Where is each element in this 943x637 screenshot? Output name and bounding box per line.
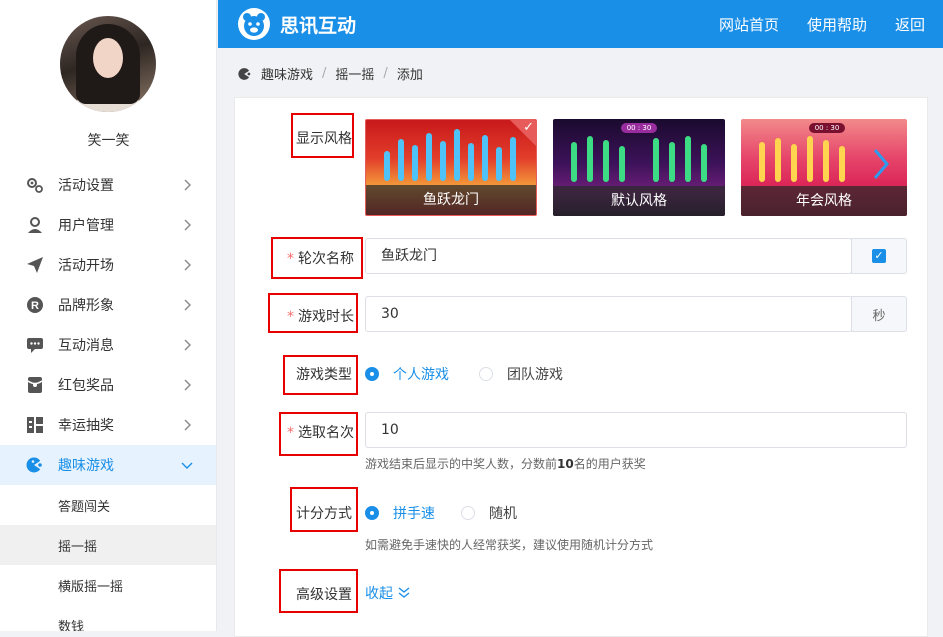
card-preview	[376, 121, 526, 181]
style-card-caption: 鱼跃龙门	[366, 185, 536, 215]
radio-fast-hands[interactable]: 拼手速	[365, 503, 435, 523]
collapse-toggle[interactable]: 收起	[365, 583, 411, 603]
style-card-caption: 默认风格	[553, 186, 725, 216]
sidebar-item-label: 用户管理	[58, 218, 114, 234]
nav-back-link[interactable]: 返回	[895, 14, 925, 35]
nav-home-link[interactable]: 网站首页	[719, 14, 779, 35]
double-chevron-down-icon	[398, 587, 410, 598]
radio-dot[interactable]	[461, 506, 475, 520]
duration-unit: 秒	[851, 296, 907, 332]
chat-icon	[26, 336, 44, 354]
sidebar-item-fun-games[interactable]: 趣味游戏	[0, 445, 216, 485]
round-name-append[interactable]: ✓	[851, 238, 907, 274]
chevron-right-icon	[184, 219, 191, 231]
sidebar-item-brand-image[interactable]: R 品牌形象	[0, 285, 216, 325]
sidebar-sub-item-shake[interactable]: 摇一摇	[0, 525, 216, 565]
chevron-down-icon	[181, 462, 193, 469]
sidebar-item-activity-opening[interactable]: 活动开场	[0, 245, 216, 285]
scoring-hint: 如需避免手速快的人经常获奖，建议使用随机计分方式	[365, 538, 654, 552]
sidebar-item-label: 活动设置	[58, 178, 114, 194]
round-name-label: * 轮次名称	[287, 251, 354, 267]
top-header: 思讯互动 网站首页 使用帮助 返回	[218, 0, 943, 48]
sidebar-item-red-envelope[interactable]: 红包奖品	[0, 365, 216, 405]
check-icon: ✓	[523, 120, 534, 135]
sidebar-item-label: 活动开场	[58, 258, 114, 274]
chevron-right-icon	[184, 419, 191, 431]
red-envelope-icon	[26, 376, 44, 394]
style-card-default[interactable]: 00 : 30 默认风格	[553, 119, 725, 216]
chevron-right-icon	[184, 339, 191, 351]
checkbox-checked-icon[interactable]: ✓	[872, 249, 886, 263]
rank-label: * 选取名次	[287, 425, 354, 441]
sidebar-item-label: 红包奖品	[58, 378, 114, 394]
top-nav: 网站首页 使用帮助 返回	[719, 0, 943, 48]
chevron-right-icon	[184, 299, 191, 311]
breadcrumb: 趣味游戏 / 摇一摇 / 添加	[238, 64, 423, 83]
bear-logo-icon[interactable]	[238, 8, 270, 40]
sidebar-item-label: 趣味游戏	[58, 458, 114, 474]
breadcrumb-item-current: 添加	[396, 68, 423, 83]
chevron-right-icon	[184, 259, 191, 271]
carousel-next-icon[interactable]	[870, 146, 892, 187]
breadcrumb-item[interactable]: 摇一摇	[335, 64, 374, 83]
registered-icon: R	[26, 296, 44, 314]
svg-text:R: R	[31, 300, 39, 312]
scoring-label: 计分方式	[296, 506, 352, 522]
radio-personal-game[interactable]: 个人游戏	[365, 364, 449, 384]
radio-dot[interactable]	[365, 367, 379, 381]
chevron-right-icon	[184, 179, 191, 191]
paper-plane-icon	[26, 256, 44, 274]
duration-label: * 游戏时长	[287, 309, 354, 325]
sidebar-item-user-management[interactable]: 用户管理	[0, 205, 216, 245]
sidebar-item-lucky-draw[interactable]: 幸运抽奖	[0, 405, 216, 445]
duration-input[interactable]: 30	[365, 296, 852, 332]
rank-hint: 游戏结束后显示的中奖人数，分数前10名的用户获奖	[365, 457, 646, 471]
sidebar-item-activity-settings[interactable]: 活动设置	[0, 165, 216, 205]
sidebar-sub-item-landscape-shake[interactable]: 横版摇一摇	[0, 565, 216, 605]
style-label: 显示风格	[296, 131, 352, 147]
radio-team-game[interactable]: 团队游戏	[479, 364, 563, 384]
sidebar-sub-item-quiz[interactable]: 答题闯关	[0, 485, 216, 525]
brand-name: 思讯互动	[280, 15, 357, 37]
username: 笑一笑	[87, 133, 130, 149]
sidebar-item-label: 幸运抽奖	[58, 418, 114, 434]
nav-help-link[interactable]: 使用帮助	[807, 14, 867, 35]
sidebar-item-interactive-messages[interactable]: 互动消息	[0, 325, 216, 365]
style-card-caption: 年会风格	[741, 186, 907, 216]
sidebar-item-label: 互动消息	[58, 338, 114, 354]
sidebar-menu: 活动设置 用户管理 活动开场 R 品牌形象 互动消息 红包奖品 幸运抽奖 趣味游…	[0, 165, 216, 632]
sidebar: 笑一笑 活动设置 用户管理 活动开场 R 品牌形象 互动消息 红包奖品 幸运抽奖…	[0, 0, 217, 631]
advanced-label: 高级设置	[296, 587, 352, 603]
breadcrumb-separator: /	[383, 66, 388, 81]
chevron-right-icon	[184, 379, 191, 391]
style-card-fish-dragon[interactable]: ✓ 鱼跃龙门	[365, 119, 537, 216]
rank-input[interactable]: 10	[365, 412, 907, 448]
radio-dot[interactable]	[479, 367, 493, 381]
round-name-input[interactable]: 鱼跃龙门	[365, 238, 852, 274]
card-preview	[563, 122, 715, 182]
sidebar-item-label: 品牌形象	[58, 298, 114, 314]
breadcrumb-separator: /	[322, 66, 327, 81]
lottery-icon	[26, 416, 44, 434]
radio-dot[interactable]	[365, 506, 379, 520]
gears-icon	[26, 176, 44, 194]
game-icon	[238, 67, 252, 80]
user-icon	[26, 216, 44, 234]
breadcrumb-item[interactable]: 趣味游戏	[261, 64, 313, 83]
sidebar-sub-item-count-money[interactable]: 数钱	[0, 605, 216, 632]
game-icon	[26, 456, 44, 474]
avatar[interactable]	[60, 16, 156, 112]
radio-random[interactable]: 随机	[461, 503, 517, 523]
game-type-label: 游戏类型	[296, 367, 352, 383]
